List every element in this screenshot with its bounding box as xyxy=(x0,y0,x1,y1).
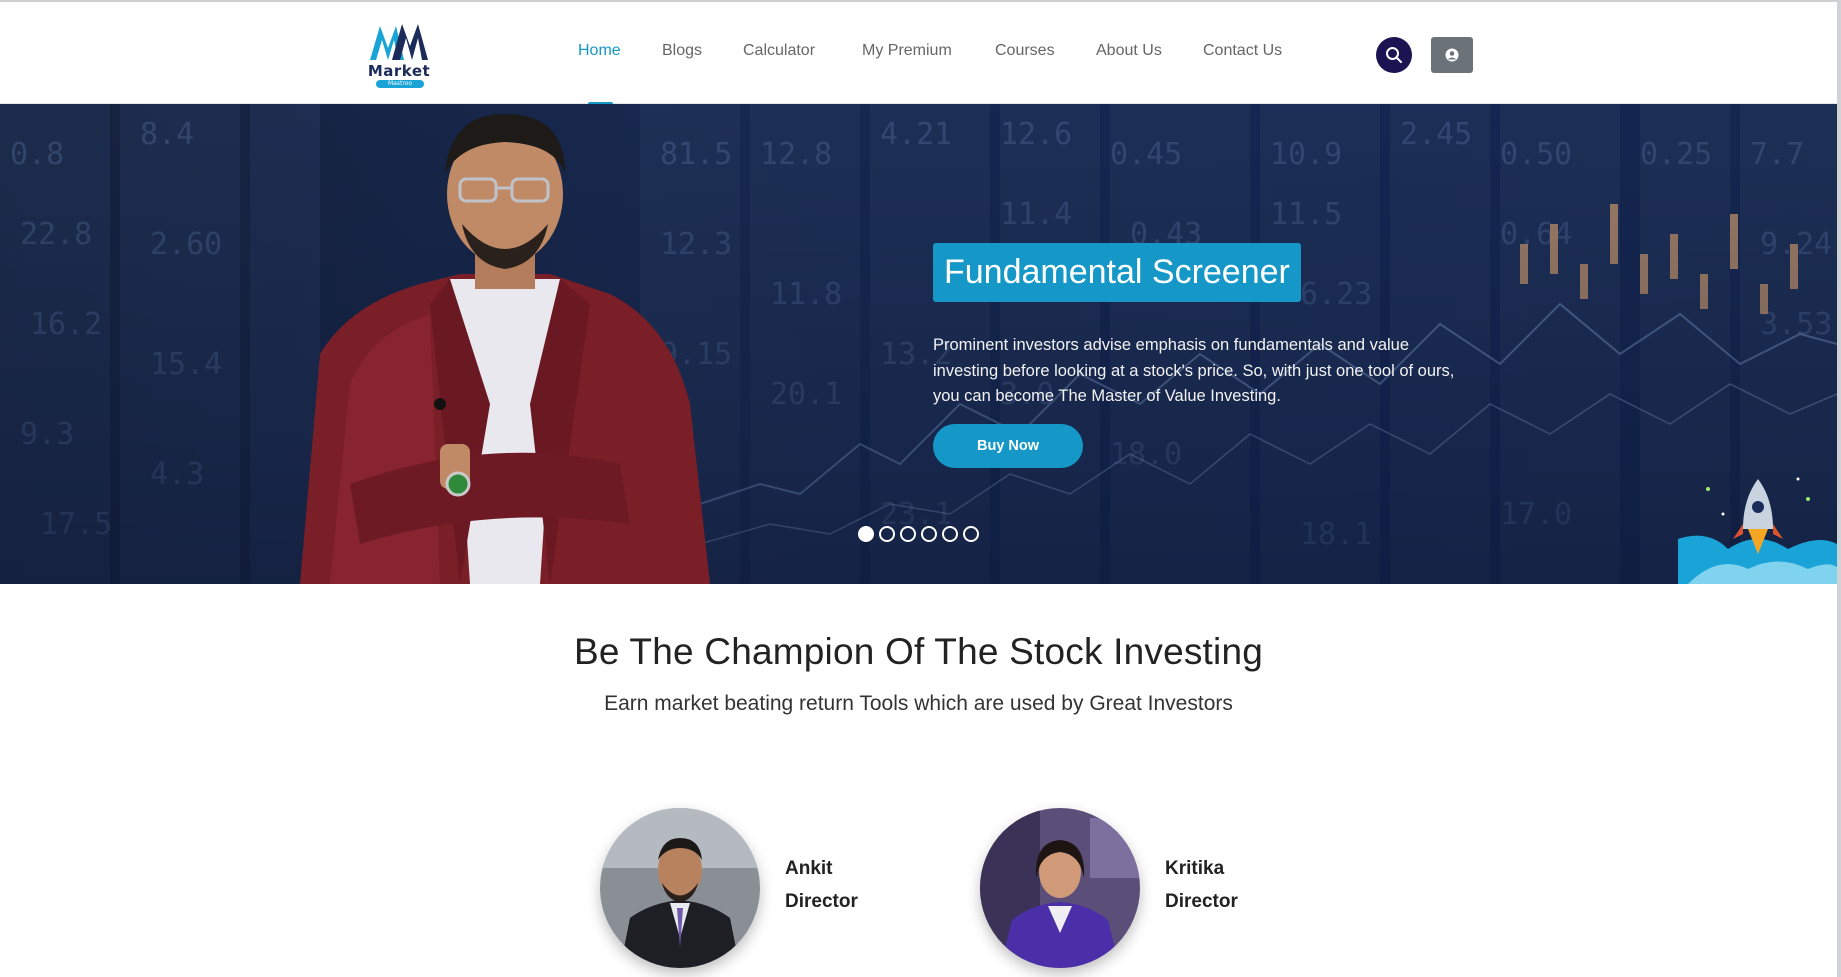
nav-calculator[interactable]: Calculator xyxy=(743,42,815,60)
search-icon xyxy=(1386,47,1402,63)
nav-contact-us[interactable]: Contact Us xyxy=(1203,42,1282,60)
search-button[interactable] xyxy=(1376,37,1412,73)
slider-dot-6[interactable] xyxy=(963,526,979,542)
logo-subtext: Mastroo xyxy=(376,80,424,88)
stock-board-background: 0.88.422.8 2.6016.215.4 9.34.317.5 81.51… xyxy=(0,104,1837,584)
main-nav: Home Blogs Calculator My Premium Courses… xyxy=(0,42,1841,66)
slider-dot-2[interactable] xyxy=(879,526,895,542)
site-header: Market Mastroo Home Blogs Calculator My … xyxy=(0,2,1841,106)
team-member-role: Director xyxy=(785,891,858,912)
avatar xyxy=(980,808,1140,968)
page-scrollbar[interactable] xyxy=(1837,0,1841,977)
slider-dot-1[interactable] xyxy=(858,526,874,542)
hero-description: Prominent investors advise emphasis on f… xyxy=(933,336,1455,405)
nav-courses[interactable]: Courses xyxy=(995,42,1055,60)
nav-blogs[interactable]: Blogs xyxy=(662,42,702,60)
slider-dot-5[interactable] xyxy=(942,526,958,542)
team-member-name: Ankit xyxy=(785,858,833,879)
team-member-role: Director xyxy=(1165,891,1238,912)
slider-pagination xyxy=(858,526,979,542)
team-member-name: Kritika xyxy=(1165,858,1225,879)
slider-dot-3[interactable] xyxy=(900,526,916,542)
rocket-icon xyxy=(1678,477,1837,584)
user-icon xyxy=(1445,48,1459,62)
nav-home[interactable]: Home xyxy=(578,42,621,60)
nav-about-us[interactable]: About Us xyxy=(1096,42,1162,60)
hero-presenter-image xyxy=(300,114,710,584)
avatar xyxy=(600,808,760,968)
section-title: Be The Champion Of The Stock Investing xyxy=(573,631,1264,672)
section-subtitle: Earn market beating return Tools which a… xyxy=(604,692,1233,715)
hero-title: Fundamental Screener xyxy=(933,243,1301,302)
hero-slider: 0.88.422.8 2.6016.215.4 9.34.317.5 81.51… xyxy=(0,104,1837,584)
nav-my-premium[interactable]: My Premium xyxy=(862,42,952,60)
buy-now-button[interactable]: Buy Now xyxy=(933,424,1083,468)
user-account-button[interactable] xyxy=(1431,37,1473,73)
slider-dot-4[interactable] xyxy=(921,526,937,542)
